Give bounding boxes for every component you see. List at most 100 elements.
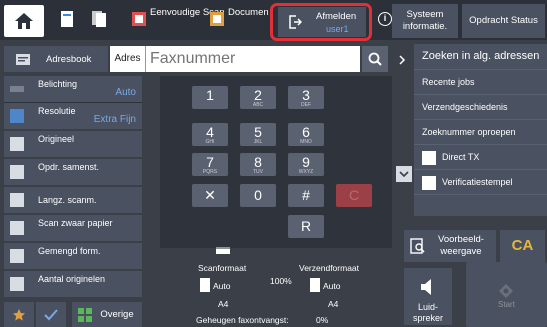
start-icon (499, 284, 513, 298)
verify-stamp-checkbox[interactable] (422, 176, 436, 190)
send-format-label: Verzendformaat (299, 263, 360, 273)
key-4[interactable]: 4 GHI (192, 123, 228, 146)
copy-icon[interactable] (88, 8, 110, 30)
search-global-address[interactable]: Zoeken in alg. adressen (414, 44, 547, 70)
original-count-button[interactable]: Aantal originelen (4, 271, 142, 297)
key-9[interactable]: 9 WXYZ (288, 153, 324, 176)
exposure-icon (10, 86, 24, 92)
other-button[interactable]: Overige (72, 302, 142, 327)
exposure-label: Belichting (38, 79, 78, 89)
address-book-label: Adresbook (46, 54, 92, 65)
direct-tx-label: Direct TX (442, 152, 480, 162)
search-button[interactable] (362, 46, 388, 72)
simple-scan-icon[interactable] (128, 8, 150, 30)
long-scan-label: Langz. scanm. (38, 195, 97, 205)
address-book-icon (16, 54, 30, 65)
mixed-size-button[interactable]: Gemengd form. (4, 243, 142, 269)
highlight-box (270, 3, 372, 41)
address-label: Adres (110, 46, 146, 72)
key-clear[interactable]: C (336, 184, 372, 207)
preview-label: Voorbeeld-weergave (438, 234, 484, 257)
memory-label: Geheugen faxontvangst: (196, 315, 289, 325)
job-build-button[interactable]: Opdr. samenst. (4, 159, 142, 185)
key-1[interactable]: 1 (192, 86, 228, 109)
key-0[interactable]: 0 (240, 184, 276, 207)
favorite-button[interactable] (4, 302, 34, 327)
check-button[interactable] (36, 302, 66, 327)
other-label: Overige (100, 309, 134, 320)
verify-stamp-label: Verificatiestempel (442, 177, 513, 187)
star-icon (13, 308, 25, 321)
direct-tx-checkbox[interactable] (422, 151, 436, 165)
start-button[interactable]: Start (466, 262, 547, 327)
document-icon[interactable] (56, 8, 78, 30)
resolution-value: Extra Fijn (93, 114, 136, 125)
other-icon (78, 308, 92, 322)
home-button[interactable] (4, 5, 44, 37)
key-3[interactable]: 3 DEF (288, 86, 324, 109)
search-icon (368, 52, 382, 66)
long-scan-button[interactable]: Langz. scanm. (4, 187, 142, 213)
scanner-icon (216, 247, 230, 254)
key-5[interactable]: 5 JKL (240, 123, 276, 146)
mixed-size-label: Gemengd form. (38, 246, 101, 256)
scan-paper-icon (200, 278, 210, 292)
collapse-icon[interactable] (396, 166, 412, 182)
archive-label[interactable]: Document Archivering (228, 7, 268, 18)
exposure-value: Auto (115, 87, 136, 98)
key-hash[interactable]: # (288, 184, 324, 207)
job-build-icon (10, 165, 24, 179)
system-info-button[interactable]: Systeem informatie. (392, 4, 458, 38)
mixed-size-icon (10, 249, 24, 263)
side-menu: Zoeken in alg. adressen Recente jobs Ver… (414, 44, 547, 216)
speaker-button[interactable]: Luid-spreker (404, 268, 452, 325)
send-format-value: Auto (323, 281, 341, 291)
resolution-icon (10, 109, 24, 123)
scale-ratio: 100% (270, 276, 292, 286)
resolution-label: Resolutie (38, 106, 76, 116)
resolution-button[interactable]: Resolutie Extra Fijn (4, 103, 142, 129)
speaker-label: Luid-spreker (412, 302, 443, 323)
job-build-label: Opdr. samenst. (38, 162, 100, 172)
original-label: Origineel (38, 134, 75, 144)
status-area: Scanformaat Verzendformaat 100% Auto Aut… (188, 247, 400, 327)
key-r[interactable]: R (288, 215, 324, 238)
exposure-button[interactable]: Belichting Auto (4, 76, 142, 102)
scan-format-value: Auto (213, 281, 231, 291)
key-8[interactable]: 8 TUV (240, 153, 276, 176)
preview-button[interactable]: Voorbeeld-weergave (404, 230, 496, 262)
search-number[interactable]: Zoeknummer oproepen (414, 120, 547, 145)
heavy-paper-button[interactable]: Scan zwaar papier (4, 215, 142, 241)
original-button[interactable]: Origineel (4, 131, 142, 157)
original-icon (10, 137, 24, 151)
long-scan-icon (10, 193, 24, 207)
key-pause[interactable]: ✕ (192, 184, 228, 207)
check-icon (44, 308, 58, 320)
key-2[interactable]: 2 ABC (240, 86, 276, 109)
scan-paper-size: A4 (218, 299, 229, 309)
original-count-label: Aantal originelen (38, 274, 106, 284)
start-label: Start (498, 300, 515, 309)
memory-value: 0% (316, 315, 329, 325)
archive-icon[interactable] (206, 8, 228, 30)
verify-stamp-item[interactable]: Verificatiestempel (414, 170, 547, 195)
info-icon[interactable]: i (378, 12, 392, 26)
scan-format-label: Scanformaat (198, 263, 247, 273)
home-icon (15, 13, 33, 29)
address-book-button[interactable]: Adresbook (4, 46, 108, 72)
key-7[interactable]: 7 PQRS (192, 153, 228, 176)
chevron-right-icon[interactable] (392, 50, 412, 70)
send-paper-size: A4 (328, 299, 339, 309)
original-count-icon (10, 277, 24, 291)
clear-all-button[interactable]: CA (500, 230, 545, 262)
key-6[interactable]: 6 MNO (288, 123, 324, 146)
preview-icon (410, 238, 425, 254)
direct-tx-item[interactable]: Direct TX (414, 145, 547, 170)
send-paper-icon (310, 278, 320, 292)
speaker-icon (421, 279, 431, 295)
fax-number-input[interactable] (146, 46, 360, 72)
send-history[interactable]: Verzendgeschiedenis (414, 95, 547, 120)
job-status-button[interactable]: Opdracht Status (462, 4, 545, 38)
heavy-paper-icon (10, 221, 24, 235)
recent-jobs[interactable]: Recente jobs (414, 70, 547, 95)
